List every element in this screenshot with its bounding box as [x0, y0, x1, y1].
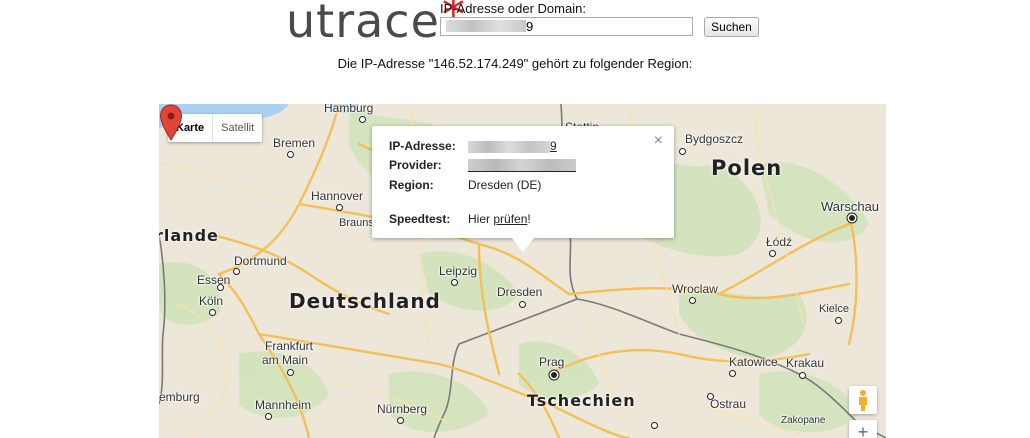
city-mannheim: Mannheim — [255, 398, 312, 412]
zoom-in-button[interactable]: + — [849, 420, 877, 438]
country-polen: Polen — [711, 156, 783, 180]
speedtest-link[interactable]: prüfen — [493, 212, 527, 226]
city-dot — [265, 413, 272, 420]
city-dot — [689, 297, 696, 304]
city-lodz: Łódź — [766, 235, 793, 249]
ip-label: IP-Adresse: — [389, 139, 456, 153]
utrace-logo[interactable]: utrace* — [286, 0, 466, 48]
city-braunschweig: Brauns — [339, 217, 374, 229]
map-type-satellit[interactable]: Satellit — [212, 114, 262, 142]
redacted-provider — [468, 159, 576, 173]
city-dot — [287, 369, 294, 376]
info-popup: × IP-Adresse: 9 Provider: Region: Dresde… — [372, 126, 674, 252]
capital-dot — [551, 372, 557, 378]
country-tschechien: Tschechien — [527, 391, 636, 410]
redacted-input-text — [446, 20, 526, 32]
city-bydgoszcz: Bydgoszcz — [685, 132, 744, 146]
city-frankfurt-am-main: am Main — [262, 353, 309, 367]
region-value: Dresden (DE) — [468, 178, 542, 192]
city-katowice: Katowice — [729, 355, 778, 369]
speedtest-value: Hier prüfen! — [468, 212, 531, 226]
capital-dot — [849, 215, 855, 221]
city-warschau: Warschau — [821, 199, 880, 214]
search-button[interactable]: Suchen — [704, 17, 759, 37]
provider-label: Provider: — [389, 158, 442, 172]
city-dot — [729, 370, 736, 377]
city-dot — [359, 116, 366, 123]
city-dot — [336, 204, 343, 211]
search-label: IP-Adresse oder Domain: — [440, 1, 586, 16]
city-dresden: Dresden — [497, 285, 543, 299]
city-dot — [799, 372, 806, 379]
city-hamburg: Hamburg — [324, 104, 374, 115]
city-ostrau: Ostrau — [710, 397, 747, 411]
city-dot — [835, 317, 842, 324]
speedtest-suffix: ! — [527, 212, 531, 226]
close-icon[interactable]: × — [654, 133, 663, 149]
city-krakau: Krakau — [786, 356, 825, 370]
ip-value: 9 — [468, 139, 557, 153]
speedtest-label: Speedtest: — [389, 212, 451, 226]
map-marker-icon[interactable] — [159, 104, 183, 142]
city-emburg: emburg — [159, 390, 200, 404]
city-dot — [519, 301, 526, 308]
city-dortmund: Dortmund — [234, 254, 287, 268]
logo-text: utrace — [286, 0, 440, 48]
city-dot — [233, 268, 240, 275]
city-dot — [209, 309, 216, 316]
city-hannover: Hannover — [311, 189, 364, 203]
city-kielce: Kielce — [819, 303, 849, 315]
city-wroclaw: Wroclaw — [672, 282, 718, 296]
city-dot — [287, 151, 294, 158]
ip-value-tail: 9 — [550, 139, 557, 153]
city-leipzig: Leipzig — [439, 264, 478, 278]
city-essen: Essen — [197, 273, 231, 287]
city-dot — [769, 250, 776, 257]
city-dot — [707, 393, 714, 400]
city-prag: Prag — [539, 355, 565, 369]
city-koeln: Köln — [199, 294, 224, 308]
pegman-icon[interactable] — [849, 386, 877, 414]
city-bremen: Bremen — [273, 136, 316, 150]
region-label: Region: — [389, 178, 434, 192]
speedtest-prefix: Hier — [468, 212, 494, 226]
provider-value — [468, 158, 576, 173]
country-deutschland: Deutschland — [289, 289, 441, 313]
city-dot — [651, 422, 658, 429]
city-dot — [397, 417, 404, 424]
city-dot — [451, 279, 458, 286]
city-frankfurt: Frankfurt — [265, 339, 314, 353]
country-niederlande: rlande — [159, 226, 219, 245]
redacted-ip — [468, 140, 550, 153]
city-zakopane: Zakopane — [781, 415, 826, 426]
city-nuernberg: Nürnberg — [377, 402, 428, 416]
map[interactable]: Karte Satellit Hamburg Stettin Bydgoszcz… — [159, 104, 886, 438]
city-dot — [217, 284, 224, 291]
city-dot — [679, 148, 686, 155]
result-text: Die IP-Adresse "146.52.174.249" gehört z… — [337, 56, 693, 71]
